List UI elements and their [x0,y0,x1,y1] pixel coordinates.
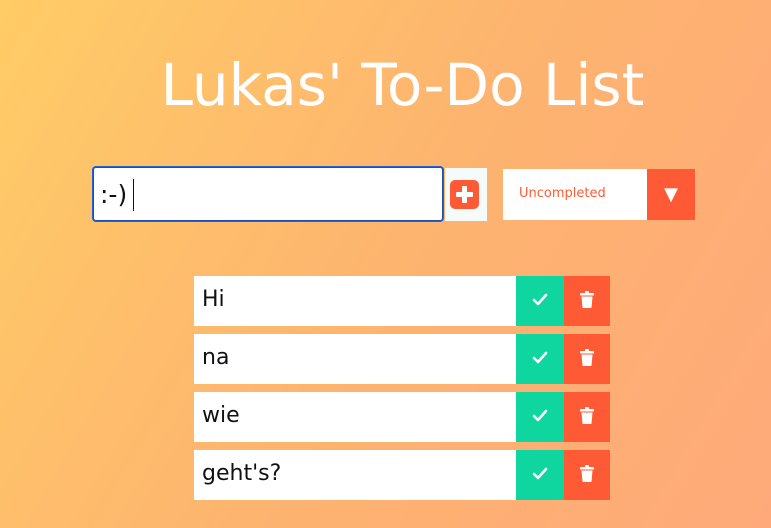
todo-text: geht's? [202,461,282,486]
text-caret [133,179,134,211]
todo-input[interactable] [100,174,420,214]
complete-button[interactable] [516,392,564,442]
plus-icon [450,180,479,209]
todo-item: na [194,334,610,384]
delete-button[interactable] [564,450,610,500]
todo-item: geht's? [194,450,610,500]
page-title: Lukas' To-Do List [160,50,645,119]
dropdown-arrow-icon[interactable]: ▼ [647,169,695,220]
trash-icon [580,407,594,424]
check-icon [532,467,548,480]
filter-selected-value: Uncompleted [519,186,606,201]
check-icon [532,293,548,306]
filter-select[interactable]: Uncompleted ▼ [503,169,695,220]
delete-button[interactable] [564,392,610,442]
todo-text: wie [202,403,240,428]
delete-button[interactable] [564,334,610,384]
todo-text: na [202,345,230,370]
todo-item: Hi [194,276,610,326]
trash-icon [580,465,594,482]
todo-list: Hi na wie geht's? [194,276,610,508]
check-icon [532,351,548,364]
trash-icon [580,291,594,308]
complete-button[interactable] [516,450,564,500]
trash-icon [580,349,594,366]
check-icon [532,409,548,422]
delete-button[interactable] [564,276,610,326]
complete-button[interactable] [516,334,564,384]
todo-text: Hi [202,287,225,312]
todo-input-box[interactable] [93,167,443,221]
todo-item: wie [194,392,610,442]
complete-button[interactable] [516,276,564,326]
add-todo-button[interactable] [445,168,487,221]
